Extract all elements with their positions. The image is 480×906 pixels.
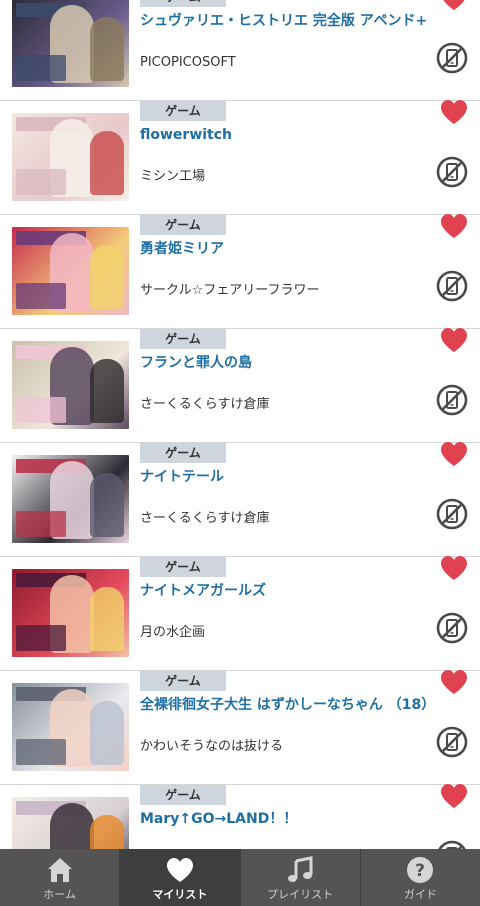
product-thumbnail[interactable] xyxy=(12,113,129,201)
smartphone-unsupported-icon xyxy=(436,156,468,188)
smartphone-unsupported-icon xyxy=(436,726,468,758)
product-thumbnail[interactable] xyxy=(12,797,129,849)
bottom-tab-bar: ホーム マイリスト プレイリスト ? ガイド xyxy=(0,849,480,906)
category-badge: ゲーム xyxy=(140,785,226,805)
favorite-heart-icon[interactable] xyxy=(440,441,468,467)
product-title[interactable]: 勇者姫ミリア xyxy=(140,240,440,258)
tab-label: マイリスト xyxy=(152,888,208,901)
favorite-heart-icon[interactable] xyxy=(440,213,468,239)
favorite-heart-icon[interactable] xyxy=(440,99,468,125)
tab-guide[interactable]: ? ガイド xyxy=(361,849,480,906)
smartphone-unsupported-icon xyxy=(436,42,468,74)
tab-label: ホーム xyxy=(43,888,76,901)
smartphone-unsupported-icon xyxy=(436,612,468,644)
circle-name: かわいそうなのは抜ける xyxy=(140,739,284,754)
help-icon: ? xyxy=(407,857,434,883)
list-item[interactable]: ゲーム 全裸徘徊女子大生 はずかしーなちゃん （18） かわいそうなのは抜ける xyxy=(0,669,480,785)
category-badge: ゲーム xyxy=(140,101,226,121)
tab-label: プレイリスト xyxy=(267,888,334,901)
list-item[interactable]: ゲーム シュヴァリエ・ヒストリエ 完全版 アペンド+ PICOPICOSOFT xyxy=(0,0,480,101)
product-title[interactable]: ナイトメアガールズ xyxy=(140,582,440,600)
list-item[interactable]: ゲーム 勇者姫ミリア サークル☆フェアリーフラワー xyxy=(0,213,480,329)
svg-text:?: ? xyxy=(415,861,425,881)
product-title[interactable]: ナイトテール xyxy=(140,468,440,486)
tab-playlist[interactable]: プレイリスト xyxy=(241,849,361,906)
music-note-icon xyxy=(288,856,313,882)
smartphone-unsupported-icon xyxy=(436,498,468,530)
favorite-heart-icon[interactable] xyxy=(440,669,468,695)
tab-mylist[interactable]: マイリスト xyxy=(120,849,241,906)
category-badge: ゲーム xyxy=(140,671,226,691)
tab-label: ガイド xyxy=(403,888,437,901)
list-item[interactable]: ゲーム ナイトメアガールズ 月の水企画 xyxy=(0,555,480,671)
product-title[interactable]: フランと罪人の島 xyxy=(140,354,440,372)
product-thumbnail[interactable] xyxy=(12,0,129,87)
product-title[interactable]: シュヴァリエ・ヒストリエ 完全版 アペンド+ xyxy=(140,12,440,30)
circle-name: さーくるくらすけ倉庫 xyxy=(140,511,270,526)
smartphone-unsupported-icon xyxy=(436,270,468,302)
list-item[interactable]: ゲーム ナイトテール さーくるくらすけ倉庫 xyxy=(0,441,480,557)
circle-name: ミシン工場 xyxy=(140,169,206,184)
product-thumbnail[interactable] xyxy=(12,341,129,429)
smartphone-unsupported-icon xyxy=(436,384,468,416)
product-title[interactable]: 全裸徘徊女子大生 はずかしーなちゃん （18） xyxy=(140,696,440,714)
list-item[interactable]: ゲーム flowerwitch ミシン工場 xyxy=(0,99,480,215)
smartphone-unsupported-icon xyxy=(438,840,466,849)
favorite-heart-icon[interactable] xyxy=(440,555,468,581)
product-title[interactable]: flowerwitch xyxy=(140,126,440,144)
product-thumbnail[interactable] xyxy=(12,569,129,657)
favorite-heart-icon[interactable] xyxy=(440,0,468,11)
heart-icon xyxy=(166,858,193,882)
product-title[interactable]: Mary↑GO→LAND！！ xyxy=(140,810,440,828)
product-thumbnail[interactable] xyxy=(12,683,129,771)
product-thumbnail[interactable] xyxy=(12,227,129,315)
category-badge: ゲーム xyxy=(140,329,226,349)
category-badge: ゲーム xyxy=(140,0,226,7)
favorite-heart-icon[interactable] xyxy=(440,327,468,353)
circle-name: サークル☆フェアリーフラワー xyxy=(140,283,320,298)
tab-home[interactable]: ホーム xyxy=(0,849,121,906)
circle-name: さーくるくらすけ倉庫 xyxy=(140,397,270,412)
favorite-heart-icon[interactable] xyxy=(440,783,468,809)
list-item[interactable]: ゲーム Mary↑GO→LAND！！ xyxy=(0,783,480,849)
product-thumbnail[interactable] xyxy=(12,455,129,543)
category-badge: ゲーム xyxy=(140,215,226,235)
home-icon xyxy=(47,858,72,882)
list-item[interactable]: ゲーム フランと罪人の島 さーくるくらすけ倉庫 xyxy=(0,327,480,443)
circle-name: 月の水企画 xyxy=(140,625,206,640)
favorites-list: ゲーム シュヴァリエ・ヒストリエ 完全版 アペンド+ PICOPICOSOFT … xyxy=(0,0,480,849)
category-badge: ゲーム xyxy=(140,557,226,577)
category-badge: ゲーム xyxy=(140,443,226,463)
circle-name: PICOPICOSOFT xyxy=(140,55,236,70)
